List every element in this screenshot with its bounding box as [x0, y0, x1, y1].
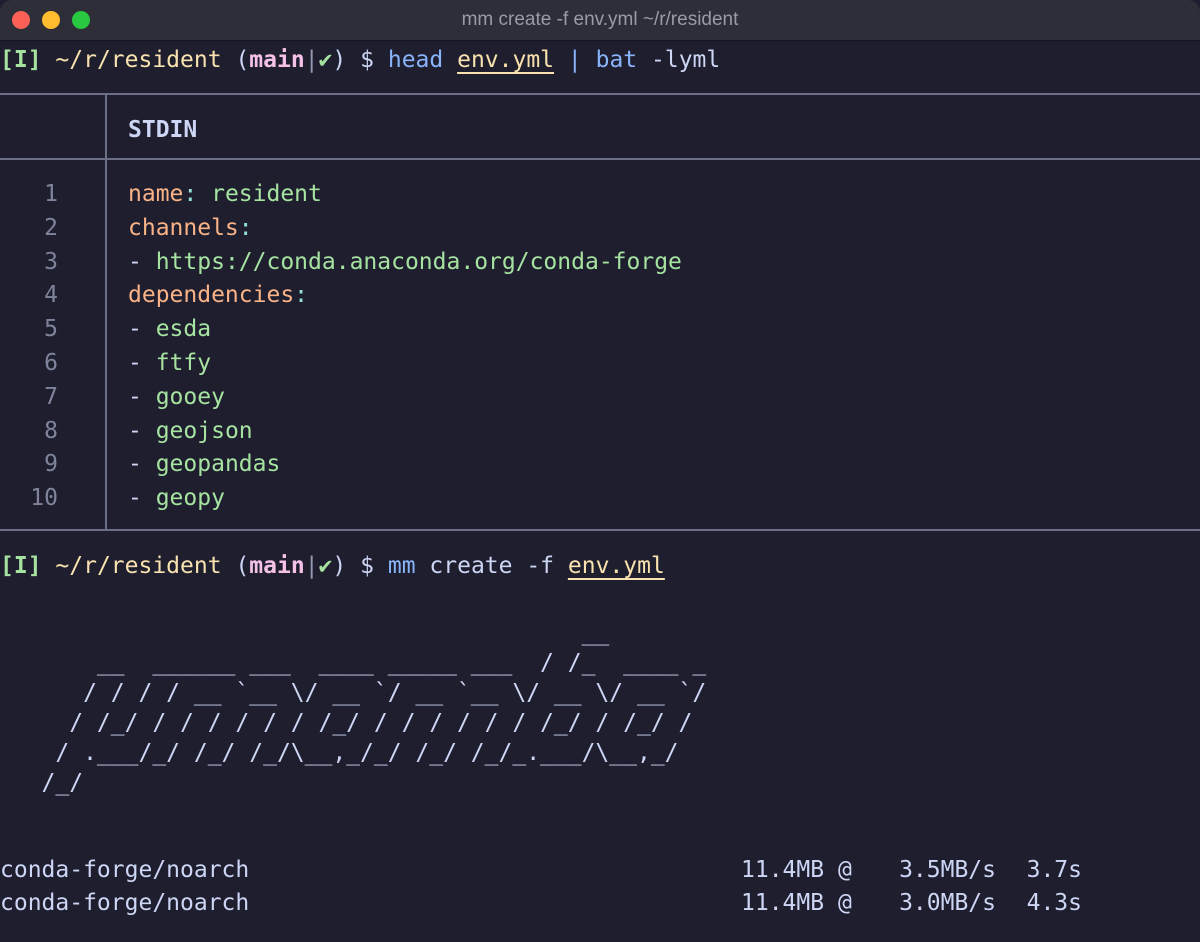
yaml-colon: : [238, 214, 253, 241]
yaml-list-dash: - [128, 485, 156, 512]
yaml-list-dash: - [128, 350, 156, 376]
yaml-list-dash: - [128, 451, 156, 478]
yaml-list-dash: - [128, 248, 156, 275]
bat-code-line: 2 channels: [0, 211, 1200, 245]
bat-code-line: 3 - https://conda.anaconda.org/conda-forg… [0, 245, 1200, 279]
download-size: 11.4MB [741, 857, 825, 883]
line-number: 3 [44, 248, 58, 275]
cwd-path: ~/r/resident [55, 47, 222, 73]
line-number: 9 [44, 451, 58, 478]
bat-code-line: 7 - gooey [0, 380, 1200, 414]
piped-command-name: bat [595, 47, 638, 73]
bat-code-line: 1 name: resident [0, 177, 1200, 211]
line-number: 7 [44, 383, 58, 410]
yaml-value: esda [155, 316, 212, 343]
bat-file-header: STDIN [128, 117, 198, 143]
bat-code-line: 8 - geojson [0, 414, 1200, 448]
bat-code-line: 5 - esda [0, 312, 1200, 346]
yaml-list-dash: - [128, 316, 156, 343]
yaml-key: dependencies [128, 282, 295, 309]
prompt-symbol: $ [360, 47, 374, 73]
terminal-window: mm create -f env.yml ~/r/resident [I] ~/… [0, 0, 1200, 942]
download-time: 4.3s [1026, 890, 1082, 916]
channel-name: conda-forge/noarch [0, 857, 250, 883]
yaml-value: gooey [155, 383, 225, 410]
at-symbol: @ [838, 890, 852, 916]
yaml-code: - esda [128, 312, 211, 346]
title-bar[interactable]: mm create -f env.yml ~/r/resident [0, 0, 1200, 41]
yaml-code: name: resident [128, 177, 322, 211]
download-row: conda-forge/noarch 11.4MB @3.5MB/s 3.7s [0, 853, 1200, 887]
pipe-operator: | [567, 47, 582, 73]
yaml-colon: : [294, 282, 309, 309]
download-speed: 3.5MB/s [899, 857, 996, 883]
prompt-line-1: [I] ~/r/resident (main|✔) $ head env.yml… [0, 47, 721, 73]
yaml-list-dash: - [128, 383, 156, 410]
yaml-value: ftfy [155, 350, 212, 376]
command-arguments: create -f [429, 553, 555, 579]
download-size: 11.4MB [741, 890, 825, 916]
git-clean-check-icon: ✔ [318, 47, 333, 73]
vi-mode-indicator: [I] [0, 553, 42, 579]
yaml-list-dash: - [128, 417, 156, 444]
download-time: 3.7s [1026, 857, 1082, 883]
line-number: 1 [44, 181, 58, 207]
yaml-colon: : [183, 181, 198, 207]
yaml-code: dependencies: [128, 278, 308, 312]
yaml-code: - geopy [128, 481, 225, 515]
yaml-key: channels [128, 214, 239, 241]
bat-code-line: 9 - geopandas [0, 447, 1200, 481]
yaml-value: geopandas [155, 451, 281, 478]
bat-code-line: 6 - ftfy [0, 346, 1200, 380]
yaml-key: name [128, 181, 184, 207]
bat-top-border [0, 93, 1200, 95]
yaml-value: geojson [155, 417, 253, 444]
yaml-code: channels: [128, 211, 253, 245]
at-symbol: @ [838, 857, 852, 883]
git-branch: main [249, 47, 305, 73]
download-row: conda-forge/noarch 11.4MB @3.0MB/s 4.3s [0, 886, 1200, 920]
yaml-code: - https://conda.anaconda.org/conda-forge [128, 245, 682, 279]
yaml-value: https://conda.anaconda.org/conda-forge [155, 248, 682, 275]
yaml-code: - geojson [128, 414, 253, 448]
bat-code-line: 10 - geopy [0, 481, 1200, 515]
line-number: 6 [44, 350, 58, 376]
yaml-code: - ftfy [128, 346, 211, 380]
line-number: 2 [44, 214, 58, 241]
channel-name: conda-forge/noarch [0, 890, 250, 916]
line-number: 4 [44, 282, 58, 309]
line-number: 8 [44, 417, 58, 444]
download-speed: 3.0MB/s [899, 890, 996, 916]
command-name: mm [387, 553, 416, 579]
yaml-value: resident [197, 181, 322, 207]
bat-output: STDIN 1 name: resident 2 channels: 3 - https:… [0, 93, 1200, 531]
file-argument: env.yml [567, 553, 665, 579]
prompt-symbol: $ [360, 553, 374, 579]
vi-mode-indicator: [I] [0, 47, 42, 73]
window-title: mm create -f env.yml ~/r/resident [461, 9, 739, 30]
yaml-code: - geopandas [128, 447, 280, 481]
prompt-line-2: [I] ~/r/resident (main|✔) $ mm create -f… [0, 553, 665, 579]
yaml-code: - gooey [128, 380, 225, 414]
command-name: head [387, 47, 444, 73]
file-argument: env.yml [457, 47, 555, 73]
cwd-path: ~/r/resident [55, 553, 222, 579]
bat-bottom-border [0, 529, 1200, 531]
git-clean-check-icon: ✔ [318, 553, 333, 579]
yaml-value: geopy [155, 485, 225, 512]
bat-header-divider [0, 158, 1200, 160]
line-number: 10 [30, 485, 58, 512]
git-branch: main [249, 553, 305, 579]
line-number: 5 [44, 316, 58, 343]
bat-code-line: 4 dependencies: [0, 278, 1200, 312]
micromamba-ascii-banner: __ __ ______ ___ ____ _____ ___ / /_ ___… [41, 620, 707, 796]
command-arguments: -lyml [651, 47, 721, 73]
